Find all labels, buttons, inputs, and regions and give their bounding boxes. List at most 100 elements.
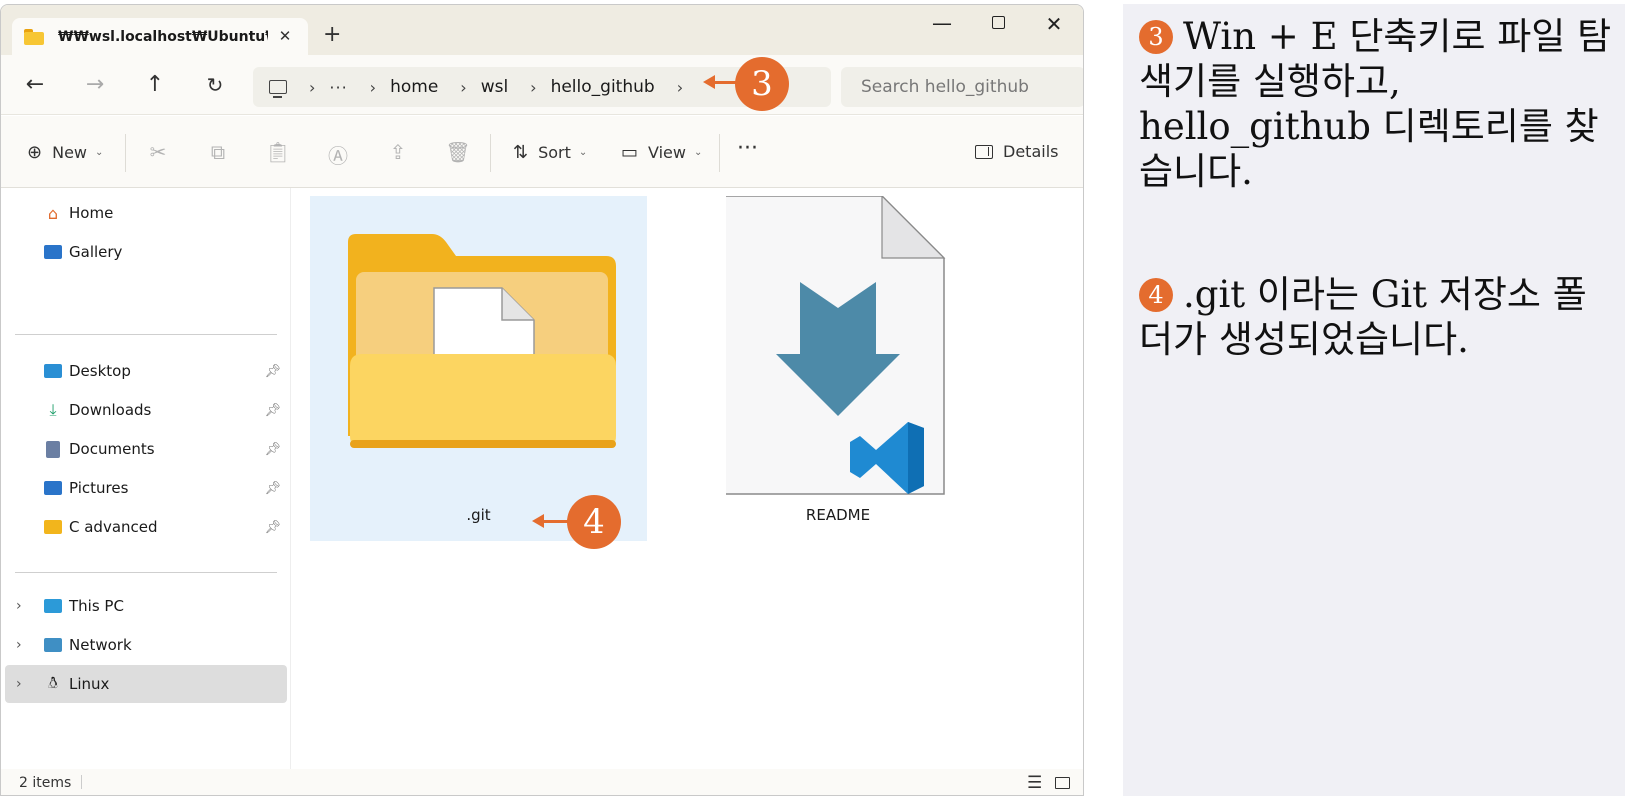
tiles-view-icon[interactable]: [1055, 777, 1070, 789]
documents-icon: [43, 440, 63, 458]
sidebar-item-label: Network: [69, 636, 132, 654]
copy-icon[interactable]: ⧉: [205, 140, 231, 164]
breadcrumb-separator: ›: [309, 77, 316, 97]
sidebar-item-c-advanced[interactable]: C advanced 📌︎: [1, 508, 291, 546]
sidebar-item-documents[interactable]: Documents 📌︎: [1, 430, 291, 468]
details-button-label: Details: [1003, 142, 1059, 161]
share-icon[interactable]: ⇪: [385, 140, 411, 164]
chevron-down-icon: ⌄: [95, 147, 104, 158]
sidebar-item-pictures[interactable]: Pictures 📌︎: [1, 469, 291, 507]
details-button[interactable]: Details: [975, 142, 1058, 161]
sidebar-item-label: Documents: [69, 440, 155, 458]
sidebar-item-linux[interactable]: › 🐧︎ Linux: [5, 665, 287, 703]
breadcrumb-separator[interactable]: ›: [677, 78, 683, 97]
step-4-note: 4 .git 이라는 Git 저장소 폴더가 생성되었습니다.: [1139, 272, 1619, 362]
forward-button[interactable]: →: [81, 73, 109, 97]
address-bar: ← → ↑ ↻ › ··· › home › wsl › hello_githu…: [1, 55, 1083, 115]
paste-icon[interactable]: 📋︎: [265, 140, 291, 164]
file-name: README: [805, 506, 871, 524]
navigation-pane: ⌂ Home Gallery Desktop 📌︎ ⤓ Downloads 📌︎…: [1, 188, 291, 795]
breadcrumb-home[interactable]: home: [390, 77, 438, 97]
tab-title: ₩₩wsl.localhost₩Ubuntu₩hc: [58, 28, 268, 45]
chevron-right-icon[interactable]: ›: [16, 637, 22, 653]
network-icon: [43, 636, 63, 654]
sidebar-item-label: C advanced: [69, 518, 158, 536]
sidebar-item-label: Desktop: [69, 362, 131, 380]
sidebar-item-gallery[interactable]: Gallery: [1, 233, 291, 271]
pin-icon[interactable]: 📌︎: [264, 403, 281, 418]
breadcrumb-wsl[interactable]: wsl: [481, 77, 508, 97]
details-view-icon[interactable]: ☰: [1027, 773, 1042, 793]
sort-button[interactable]: ⇅ Sort ⌄: [513, 142, 587, 163]
item-count: 2 items: [19, 775, 72, 791]
breadcrumb-separator: ›: [369, 77, 377, 97]
step-number-badge: 3: [1139, 20, 1173, 54]
instruction-panel: 3 Win + E 단축키로 파일 탐색기를 실행하고, hello_github…: [1123, 4, 1625, 796]
gallery-icon: [43, 243, 63, 261]
sidebar-item-label: Linux: [69, 675, 110, 693]
chevron-right-icon[interactable]: ›: [16, 598, 22, 614]
minimize-button[interactable]: —: [929, 11, 955, 35]
sort-icon: ⇅: [513, 142, 529, 163]
status-bar: 2 items ☰: [1, 769, 1083, 795]
file-item-readme[interactable]: README: [726, 196, 966, 541]
sidebar-item-home[interactable]: ⌂ Home: [1, 194, 291, 232]
desktop-icon: [43, 362, 63, 380]
sidebar-item-label: Home: [69, 204, 114, 222]
tab-close-icon[interactable]: ✕: [276, 27, 294, 45]
sidebar-item-label: Pictures: [69, 479, 129, 497]
explorer-tab[interactable]: ₩₩wsl.localhost₩Ubuntu₩hc ✕: [12, 18, 308, 55]
step-3-note: 3 Win + E 단축키로 파일 탐색기를 실행하고, hello_github…: [1139, 14, 1619, 194]
breadcrumb-separator: ›: [460, 77, 467, 97]
toolbar-divider: [719, 134, 720, 172]
sidebar-item-desktop[interactable]: Desktop 📌︎: [1, 352, 291, 390]
chevron-down-icon: ⌄: [578, 147, 588, 158]
maximize-button[interactable]: [985, 15, 1011, 33]
new-tab-button[interactable]: +: [323, 24, 341, 46]
sidebar-divider: [15, 334, 277, 335]
home-icon: ⌂: [47, 203, 59, 223]
view-icon: ▭: [621, 142, 639, 163]
details-pane-icon: [975, 144, 993, 159]
new-button-label: New: [52, 143, 87, 162]
command-bar: ⊕ New ⌄ ✂ ⧉ 📋︎ Ⓐ ⇪ 🗑︎ ⇅ Sort ⌄ ▭ View ⌄ …: [1, 116, 1083, 188]
callout-badge-3: 3: [735, 57, 789, 111]
folder-icon: [24, 28, 44, 45]
close-button[interactable]: ✕: [1041, 12, 1067, 36]
delete-icon[interactable]: 🗑︎: [445, 140, 471, 164]
breadcrumb-hello-github[interactable]: hello_github: [551, 77, 655, 97]
up-button[interactable]: ↑: [141, 73, 169, 97]
status-divider: [81, 775, 82, 789]
more-options-button[interactable]: ···: [737, 136, 758, 161]
chevron-right-icon[interactable]: ›: [16, 676, 22, 692]
pictures-icon: [43, 479, 63, 497]
breadcrumb-separator: ›: [530, 77, 537, 97]
file-list: .git README: [292, 188, 1083, 768]
file-explorer-window: ₩₩wsl.localhost₩Ubuntu₩hc ✕ + — ✕ ← → ↑ …: [0, 4, 1084, 796]
search-input[interactable]: Search hello_github: [841, 67, 1083, 107]
sidebar-item-network[interactable]: › Network: [1, 626, 291, 664]
pc-icon: [43, 597, 63, 615]
pin-icon[interactable]: 📌︎: [264, 520, 281, 535]
back-button[interactable]: ←: [21, 73, 49, 97]
downloads-icon: ⤓: [49, 400, 57, 419]
sidebar-item-this-pc[interactable]: › This PC: [1, 587, 291, 625]
cut-icon[interactable]: ✂: [145, 140, 171, 164]
pin-icon[interactable]: 📌︎: [264, 442, 281, 457]
pin-icon[interactable]: 📌︎: [264, 364, 281, 379]
plus-circle-icon: ⊕: [27, 142, 43, 163]
step-4-text: .git 이라는 Git 저장소 폴더가 생성되었습니다.: [1139, 273, 1587, 361]
folder-item-git[interactable]: .git: [310, 196, 647, 541]
folder-icon: [348, 234, 616, 448]
pin-icon[interactable]: 📌︎: [264, 481, 281, 496]
rename-icon[interactable]: Ⓐ: [325, 140, 351, 169]
sidebar-item-downloads[interactable]: ⤓ Downloads 📌︎: [1, 391, 291, 429]
step-number-badge: 4: [1139, 278, 1173, 312]
breadcrumb-more-button[interactable]: ···: [329, 78, 347, 97]
refresh-button[interactable]: ↻: [201, 73, 229, 97]
new-button[interactable]: ⊕ New ⌄: [27, 142, 103, 163]
sidebar-item-label: Downloads: [69, 401, 152, 419]
monitor-icon: [269, 80, 287, 98]
view-button[interactable]: ▭ View ⌄: [621, 142, 702, 163]
step-3-text: Win + E 단축키로 파일 탐색기를 실행하고, hello_github …: [1139, 15, 1612, 193]
